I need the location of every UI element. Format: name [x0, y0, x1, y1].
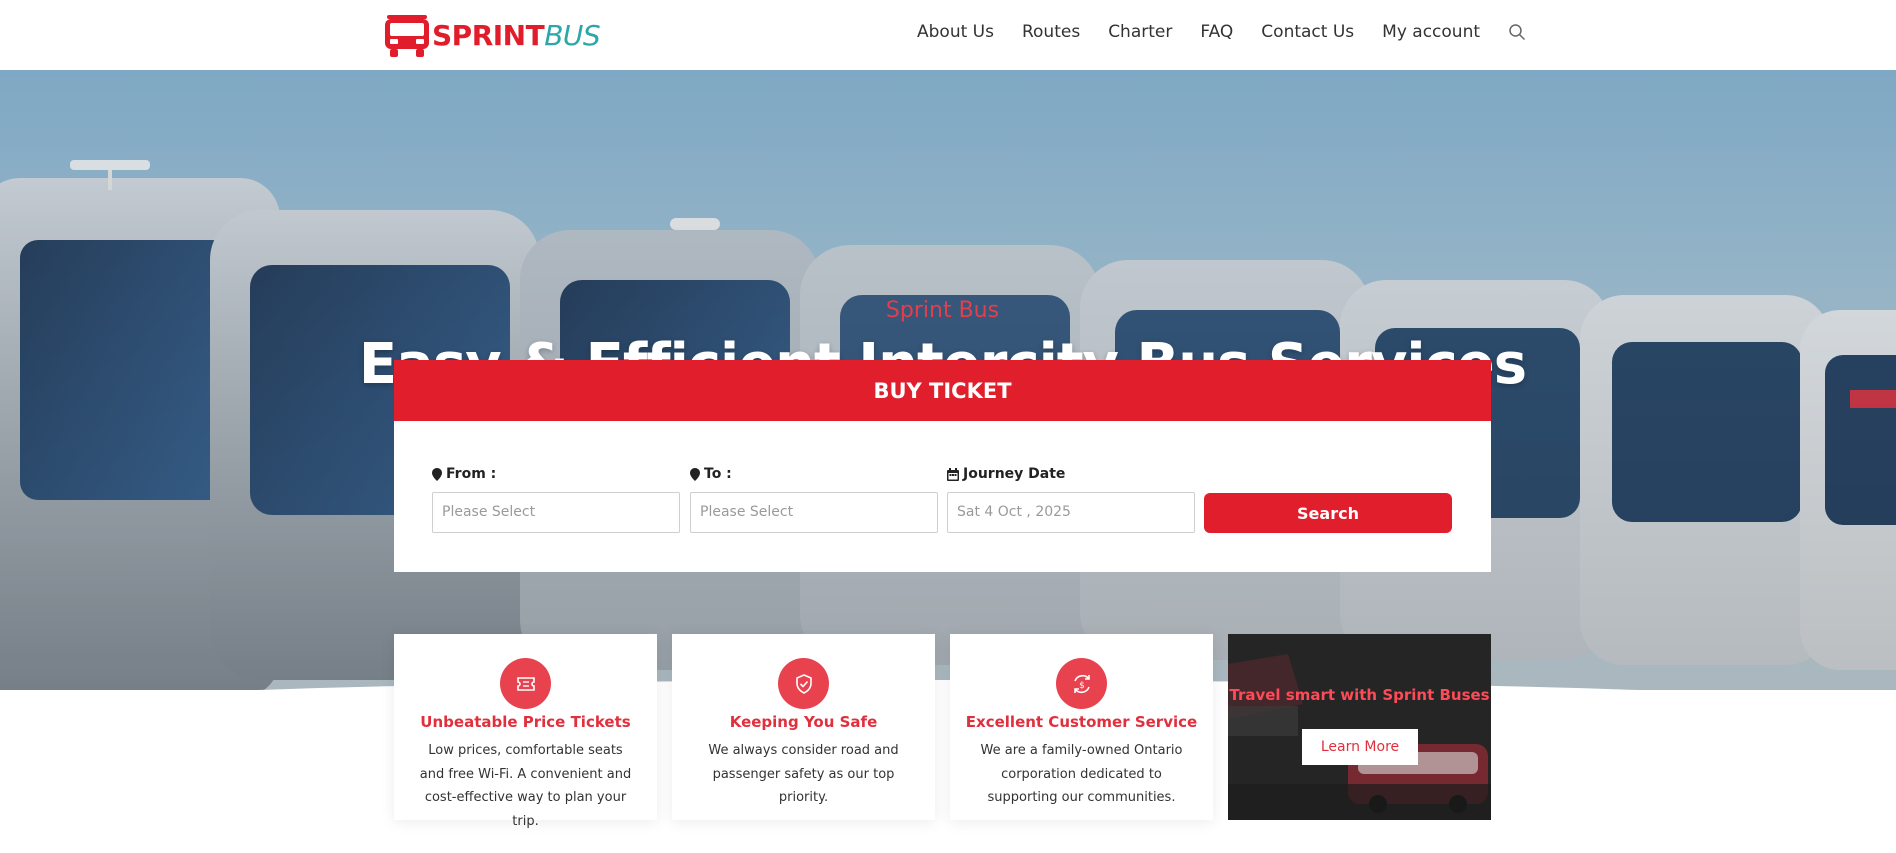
from-label-row: From :	[432, 465, 680, 483]
journey-date-input[interactable]: Sat 4 Oct , 2025	[947, 492, 1195, 533]
to-select[interactable]: Please Select	[690, 492, 938, 533]
svg-text:$: $	[1079, 681, 1085, 691]
feature-text: We always consider road and passenger sa…	[708, 743, 899, 805]
search-icon[interactable]	[1508, 23, 1526, 41]
date-label: Journey Date	[963, 466, 1066, 482]
date-label-row: Journey Date	[947, 465, 1195, 483]
main-nav: About Us Routes Charter FAQ Contact Us M…	[917, 22, 1526, 42]
nav-about-us[interactable]: About Us	[917, 22, 994, 42]
feature-card-price: Unbeatable Price Tickets Low prices, com…	[394, 634, 657, 829]
learn-more-button[interactable]: Learn More	[1302, 729, 1418, 765]
calendar-icon	[947, 467, 959, 481]
date-field-group: Journey Date Sat 4 Oct , 2025	[947, 465, 1195, 533]
from-field-group: From : Please Select	[432, 465, 680, 533]
site-header: SPRINTBUS About Us Routes Charter FAQ Co…	[0, 0, 1896, 70]
to-label-row: To :	[690, 465, 938, 483]
shield-check-icon	[778, 658, 829, 709]
booking-panel: BUY TICKET From : Please Select To : Ple…	[394, 360, 1491, 572]
nav-charter[interactable]: Charter	[1108, 22, 1172, 42]
map-marker-icon	[690, 467, 700, 481]
feature-text: Low prices, comfortable seats and free W…	[419, 743, 632, 829]
promo-background-image	[1228, 634, 1491, 820]
logo-wordmark: SPRINTBUS	[432, 13, 601, 59]
promo-title: Travel smart with Sprint Buses	[1229, 686, 1490, 704]
map-marker-icon	[432, 467, 442, 481]
booking-heading: BUY TICKET	[873, 378, 1012, 403]
from-label: From :	[446, 466, 497, 482]
feature-text: We are a family-owned Ontario corporatio…	[980, 743, 1183, 805]
ticket-icon	[500, 658, 551, 709]
from-select[interactable]: Please Select	[432, 492, 680, 533]
search-button[interactable]: Search	[1204, 493, 1452, 533]
feature-card-safety: Keeping You Safe We always consider road…	[672, 634, 935, 820]
feature-title: Keeping You Safe	[729, 713, 878, 731]
logo[interactable]: SPRINTBUS	[384, 13, 601, 59]
nav-contact-us[interactable]: Contact Us	[1261, 22, 1354, 42]
logo-text-bus: BUS	[544, 19, 601, 52]
to-label: To :	[704, 466, 732, 482]
nav-routes[interactable]: Routes	[1022, 22, 1080, 42]
nav-my-account[interactable]: My account	[1382, 22, 1480, 42]
hero-subtitle: Sprint Bus	[885, 298, 1000, 323]
logo-text-sprint: SPRINT	[432, 19, 545, 52]
feature-card-service: $ Excellent Customer Service We are a fa…	[950, 634, 1213, 820]
booking-header: BUY TICKET	[394, 360, 1491, 421]
bus-logo-icon	[385, 15, 429, 57]
feature-title: Excellent Customer Service	[965, 713, 1198, 731]
promo-card: Travel smart with Sprint Buses Learn Mor…	[1228, 634, 1491, 820]
nav-faq[interactable]: FAQ	[1200, 22, 1233, 42]
feature-title: Unbeatable Price Tickets	[420, 713, 631, 731]
refresh-dollar-icon: $	[1056, 658, 1107, 709]
to-field-group: To : Please Select	[690, 465, 938, 533]
